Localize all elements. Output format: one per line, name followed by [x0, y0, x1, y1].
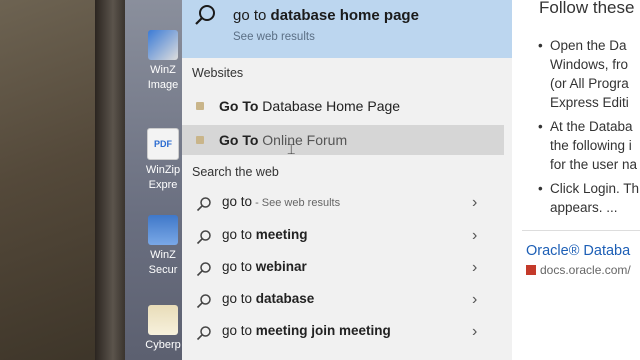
search-panel: go to database home page See web results…	[182, 0, 512, 360]
search-query[interactable]: go to database home page	[233, 7, 419, 24]
chevron-right-icon[interactable]: ›	[472, 291, 477, 309]
web-suggestion-go-to-meeting[interactable]: go to meeting ›	[182, 221, 502, 251]
web-suggestion-go-to-webinar[interactable]: go to webinar ›	[182, 253, 502, 283]
search-icon	[196, 197, 211, 212]
web-suggestion-go-to-meeting-join[interactable]: go to meeting join meeting ›	[182, 317, 502, 347]
search-box[interactable]: go to database home page See web results	[182, 0, 512, 58]
chevron-right-icon[interactable]: ›	[472, 259, 477, 277]
preview-title: Follow these	[539, 0, 635, 17]
preview-source-url[interactable]: docs.oracle.com/	[526, 263, 631, 277]
web-suggestion-go-to-database[interactable]: go to database ›	[182, 285, 502, 315]
website-result-database-home[interactable]: Go To Database Home Page	[182, 91, 504, 121]
text-cursor-icon: ⌶	[287, 141, 296, 157]
preview-step: At the Databathe following ifor the user…	[538, 117, 640, 174]
search-icon	[196, 262, 211, 277]
web-suggestion-go-to[interactable]: go to - See web results ›	[182, 188, 502, 218]
search-icon	[196, 294, 211, 309]
winzip-image-icon	[148, 30, 178, 60]
result-preview-pane: Follow these Open the DaWindows, fro(or …	[512, 0, 640, 360]
website-result-online-forum[interactable]: Go To Online Forum ⌶	[182, 125, 504, 157]
see-web-results-link[interactable]: See web results	[233, 31, 315, 43]
divider	[522, 230, 640, 231]
pdf-icon: PDF	[147, 128, 179, 160]
site-icon	[196, 136, 204, 144]
search-icon	[196, 326, 211, 341]
folder-icon	[148, 305, 178, 335]
section-websites: Websites	[192, 66, 244, 80]
search-icon	[195, 5, 215, 25]
chevron-right-icon[interactable]: ›	[472, 227, 477, 245]
site-icon	[196, 102, 204, 110]
preview-step: Open the DaWindows, fro(or All PrograExp…	[538, 36, 640, 112]
search-icon	[196, 230, 211, 245]
preview-step: Click Login. Thappears. ...	[538, 179, 640, 217]
section-search-the-web: Search the web	[192, 165, 279, 179]
oracle-icon	[526, 265, 536, 275]
winzip-secure-icon	[148, 215, 178, 245]
preview-source-link[interactable]: Oracle® Databa	[526, 243, 630, 259]
preview-steps: Open the DaWindows, fro(or All PrograExp…	[538, 36, 640, 222]
monitor-bezel	[95, 0, 125, 360]
chevron-right-icon[interactable]: ›	[472, 323, 477, 341]
chevron-right-icon[interactable]: ›	[472, 194, 477, 212]
